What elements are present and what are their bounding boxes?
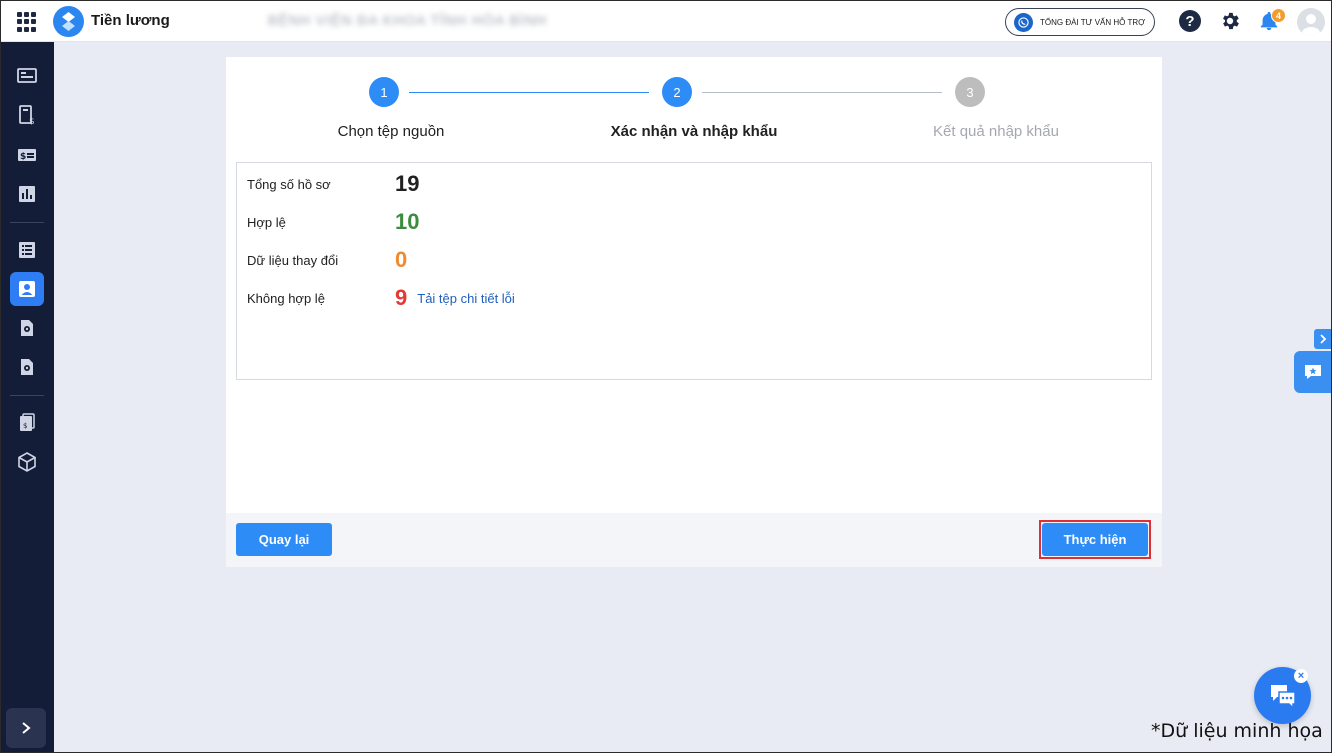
sidebar-item-employee[interactable] [10,272,44,306]
right-panel-toggle[interactable] [1314,329,1332,349]
import-wizard-card: 1 2 3 Chọn tệp nguồn Xác nhận và nhập kh… [226,57,1162,567]
valid-records-label: Hợp lệ [247,214,286,230]
sidebar-item-list[interactable] [10,233,44,267]
left-sidebar: $ $ $ [0,42,54,753]
chat-close-icon[interactable]: × [1294,669,1308,683]
employee-profile-icon [19,281,35,297]
step-connector-2 [702,92,942,93]
payslip-icon: $ [20,413,35,431]
top-header: Tiền lương BỆNH VIỆN ĐA KHOA TỈNH HÒA BÌ… [0,0,1332,42]
dashboard-icon [17,68,37,83]
changed-records-label: Dữ liệu thay đổi [247,252,339,268]
sidebar-item-config-file[interactable] [10,350,44,384]
step-3-label: Kết quả nhập khẩu [933,123,1059,140]
feedback-button[interactable] [1294,351,1332,393]
summary-row-total: Tổng số hồ sơ 19 [247,169,419,199]
wizard-footer: Quay lại Thực hiện [226,513,1162,567]
file-gear-icon [21,320,33,336]
bar-chart-icon [19,186,35,202]
total-records-value: 19 [395,171,420,196]
app-title: Tiền lương [91,12,170,29]
calculator-dollar-icon: $ [19,105,35,125]
sidebar-item-modules[interactable] [10,445,44,479]
changed-records-value: 0 [395,247,408,272]
sidebar-item-dashboard[interactable] [10,59,44,93]
notification-count-badge: 4 [1271,8,1286,23]
summary-row-changed: Dữ liệu thay đổi 0 [247,245,407,275]
app-logo [53,6,84,37]
invalid-records-label: Không hợp lệ [247,290,325,306]
valid-records-value: 10 [395,209,420,234]
step-connector-1 [409,92,649,93]
file-settings-icon [21,359,33,375]
sidebar-item-payslip[interactable]: $ [10,406,44,440]
sidebar-item-payroll-calc[interactable]: $ [10,98,44,132]
step-1-circle: 1 [369,77,399,107]
import-stepper: 1 2 3 Chọn tệp nguồn Xác nhận và nhập kh… [226,57,1162,157]
execute-button[interactable]: Thực hiện [1042,523,1148,556]
sidebar-item-settings-file[interactable] [10,311,44,345]
sidebar-divider [10,395,44,396]
sidebar-expand-button[interactable] [6,708,46,748]
chevron-right-icon [22,722,31,734]
money-card-icon: $ [18,149,36,162]
help-icon[interactable]: ? [1179,10,1201,32]
chat-bubbles-icon [1270,684,1296,710]
cube-icon [18,452,36,472]
summary-row-invalid: Không hợp lệ 9 Tải tệp chi tiết lỗi [247,283,515,313]
feedback-star-icon [1305,365,1321,379]
step-3-circle: 3 [955,77,985,107]
download-error-file-link[interactable]: Tải tệp chi tiết lỗi [417,291,515,306]
list-icon [19,242,35,258]
sidebar-item-salary[interactable]: $ [10,138,44,172]
support-hotline-button[interactable]: TỔNG ĐÀI TƯ VẤN HỖ TRỢ [1005,8,1155,36]
svg-text:$: $ [20,152,26,162]
illustrative-data-note: *Dữ liệu minh họa [1151,720,1323,742]
sidebar-item-reports[interactable] [10,177,44,211]
step-2-circle: 2 [662,77,692,107]
user-avatar[interactable] [1297,8,1325,36]
svg-text:$: $ [23,422,27,430]
step-1-label: Chọn tệp nguồn [337,123,445,140]
gear-icon[interactable] [1219,10,1241,32]
app-grid-icon[interactable] [17,12,37,32]
import-summary-box: Tổng số hồ sơ 19 Hợp lệ 10 Dữ liệu thay … [236,162,1152,380]
total-records-label: Tổng số hồ sơ [247,176,331,192]
phone-icon [1014,12,1033,32]
step-2-label: Xác nhận và nhập khẩu [610,123,778,140]
support-label: TỔNG ĐÀI TƯ VẤN HỖ TRỢ [1040,17,1145,27]
sidebar-divider [10,222,44,223]
invalid-records-value: 9 [395,285,408,310]
svg-text:$: $ [29,117,35,125]
back-button[interactable]: Quay lại [236,523,332,556]
organization-name: BỆNH VIỆN ĐA KHOA TỈNH HÒA BÌNH [268,12,547,28]
chevron-right-icon [1320,334,1327,344]
summary-row-valid: Hợp lệ 10 [247,207,419,237]
